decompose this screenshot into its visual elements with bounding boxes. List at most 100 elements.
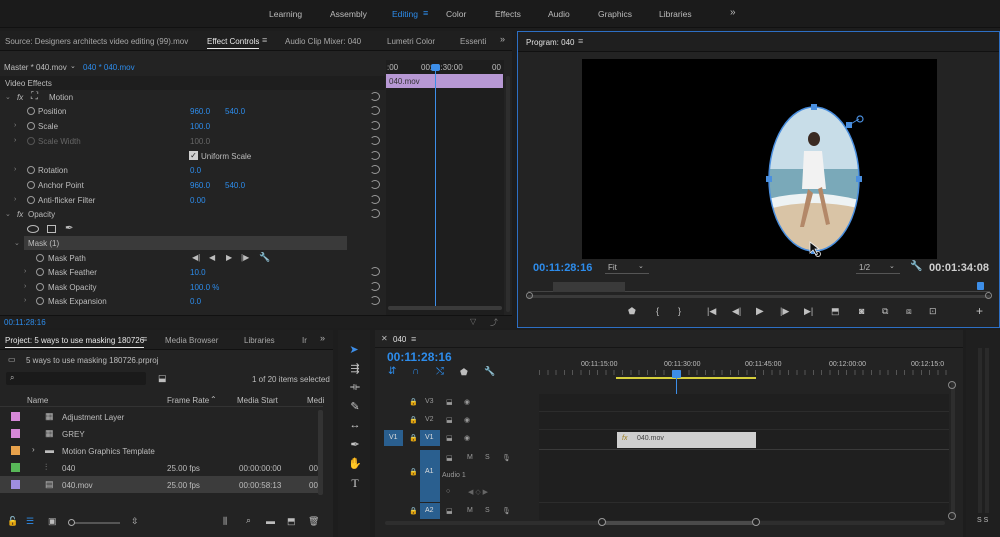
sort-icon[interactable]: ⇳ bbox=[131, 516, 139, 527]
workspace-assembly[interactable]: Assembly bbox=[330, 9, 367, 19]
zoom-slider-thumb[interactable] bbox=[68, 519, 75, 526]
sort-up-icon[interactable]: ⌃ bbox=[210, 395, 217, 404]
play-icon[interactable]: ▶ bbox=[756, 306, 764, 317]
eye-icon[interactable]: ◉ bbox=[464, 434, 470, 442]
transform-icon[interactable]: ⛶ bbox=[31, 91, 38, 102]
program-scrub-bar[interactable] bbox=[528, 282, 990, 292]
chevron-right-icon[interactable]: › bbox=[14, 122, 16, 129]
stopwatch-icon[interactable] bbox=[27, 166, 35, 174]
label-color-swatch[interactable] bbox=[11, 429, 20, 438]
anchor-y[interactable]: 540.0 bbox=[225, 181, 245, 190]
flicker-value[interactable]: 0.00 bbox=[190, 196, 206, 205]
zoom-slider[interactable] bbox=[68, 519, 120, 526]
stopwatch-icon[interactable] bbox=[27, 107, 35, 115]
mask-feather-row[interactable]: › Mask Feather 10.0 bbox=[0, 265, 385, 279]
mask-handle[interactable] bbox=[766, 176, 772, 182]
timeline-ruler[interactable]: 00:11:15:00 00:11:30:00 00:11:45:00 00:1… bbox=[539, 358, 949, 380]
tab-libraries[interactable]: Libraries bbox=[244, 336, 275, 345]
reset-icon[interactable] bbox=[370, 282, 380, 291]
chevron-down-icon[interactable]: ⌄ bbox=[70, 62, 76, 70]
stopwatch-icon[interactable] bbox=[27, 122, 35, 130]
list-view-icon[interactable]: ☰ bbox=[26, 516, 34, 527]
add-button-icon[interactable]: + bbox=[976, 304, 983, 318]
res-dropdown[interactable]: 1/2 ⌄ bbox=[856, 262, 900, 274]
step-back-icon[interactable]: ◀| bbox=[732, 306, 741, 317]
mask-expansion-row[interactable]: › Mask Expansion 0.0 bbox=[0, 294, 385, 308]
menu-icon[interactable]: ≡ bbox=[262, 35, 267, 45]
reset-icon[interactable] bbox=[370, 151, 380, 160]
vr-icon[interactable]: ⧈ bbox=[906, 306, 912, 317]
position-y[interactable]: 540.0 bbox=[225, 107, 245, 116]
mask-opacity-value[interactable]: 100.0 % bbox=[190, 283, 219, 292]
uniform-scale-row[interactable]: ✓ Uniform Scale bbox=[0, 149, 385, 163]
track-back-icon[interactable]: ◀ bbox=[209, 253, 215, 262]
project-row[interactable]: › ▬ Motion Graphics Template bbox=[0, 442, 323, 459]
stopwatch-icon[interactable] bbox=[36, 283, 44, 291]
stopwatch-icon[interactable] bbox=[36, 297, 44, 305]
menu-icon[interactable]: ≡ bbox=[142, 334, 147, 344]
hscroll-thumb[interactable] bbox=[602, 521, 756, 525]
compare-icon[interactable]: ⧉ bbox=[882, 306, 888, 317]
ec-clip-bar[interactable]: 040.mov bbox=[386, 74, 503, 88]
chevron-down-icon[interactable]: ⌄ bbox=[5, 210, 11, 218]
mute-button[interactable]: M bbox=[467, 454, 473, 461]
chevron-right-icon[interactable]: › bbox=[14, 196, 16, 203]
ellipse-mask-icon[interactable] bbox=[27, 225, 39, 233]
new-bin-icon[interactable]: ▬ bbox=[266, 516, 275, 526]
lock-icon[interactable]: 🔒 bbox=[409, 416, 418, 424]
tab-lumetri-color[interactable]: Lumetri Color bbox=[387, 37, 435, 46]
chevron-down-icon[interactable]: ⌄ bbox=[14, 239, 20, 247]
sync-icon[interactable]: ⬓ bbox=[446, 434, 453, 442]
stopwatch-icon[interactable] bbox=[36, 268, 44, 276]
razor-icon[interactable]: ✎ bbox=[348, 400, 362, 414]
filter-icon[interactable]: ▽ bbox=[470, 317, 476, 326]
fit-dropdown[interactable]: Fit ⌄ bbox=[605, 262, 649, 274]
mute-button[interactable]: M bbox=[467, 507, 473, 514]
snap-icon[interactable]: ∩ bbox=[412, 366, 419, 377]
track-forward-icon[interactable]: ▶ bbox=[226, 253, 232, 262]
reset-icon[interactable] bbox=[370, 136, 380, 145]
icon-view-icon[interactable]: ▣ bbox=[48, 516, 57, 527]
chevron-right-icon[interactable]: › bbox=[24, 297, 26, 304]
scale-row[interactable]: › Scale 100.0 bbox=[0, 119, 385, 133]
rotate-handle[interactable] bbox=[856, 115, 864, 123]
rotation-row[interactable]: › Rotation 0.0 bbox=[0, 163, 385, 177]
ec-timeline[interactable]: :00 00:11:30:00 00 040.mov bbox=[386, 60, 504, 315]
mask-expansion-value[interactable]: 0.0 bbox=[190, 297, 201, 306]
timeline-hscroll[interactable] bbox=[385, 521, 945, 525]
type-tool-icon[interactable]: T bbox=[348, 476, 362, 490]
timeline-clip[interactable]: fx 040.mov bbox=[617, 432, 756, 448]
solo-button[interactable]: S bbox=[485, 454, 490, 461]
track-area[interactable]: fx 040.mov bbox=[539, 394, 949, 520]
ec-vscroll[interactable] bbox=[506, 76, 510, 312]
sync-icon[interactable]: ⬓ bbox=[446, 454, 453, 462]
reset-icon[interactable] bbox=[370, 92, 380, 101]
ec-timecode[interactable]: 00:11:28:16 bbox=[4, 318, 46, 327]
col-name[interactable]: Name bbox=[27, 396, 48, 405]
chevron-right-icon[interactable]: › bbox=[24, 268, 26, 275]
project-row[interactable]: ⫶ 040 25.00 fps 00:00:00:00 00 bbox=[0, 459, 323, 476]
col-media-start[interactable]: Media Start bbox=[237, 396, 278, 405]
mic-icon[interactable]: 🎙 bbox=[502, 454, 511, 462]
ripple-edit-icon[interactable]: ⟛ bbox=[348, 381, 362, 395]
step-forward-icon[interactable]: |▶ bbox=[780, 306, 789, 317]
track-v3[interactable]: 🔒 V3 ⬓ ◉ bbox=[375, 394, 539, 411]
reset-icon[interactable] bbox=[370, 180, 380, 189]
menu-icon[interactable]: ≡ bbox=[578, 36, 583, 46]
track-forward-all-icon[interactable]: |▶ bbox=[241, 253, 249, 262]
meter-solo-label[interactable]: S S bbox=[977, 517, 988, 524]
stopwatch-icon[interactable] bbox=[36, 254, 44, 262]
ec-scrollbar[interactable] bbox=[388, 306, 502, 310]
linked-icon[interactable]: ⤭ bbox=[436, 366, 444, 377]
workspace-color[interactable]: Color bbox=[446, 9, 466, 19]
tab-project[interactable]: Project: 5 ways to use masking 180726 bbox=[5, 336, 145, 348]
export-icon[interactable]: ⤴ bbox=[490, 317, 498, 328]
menu-icon[interactable]: ≡ bbox=[423, 8, 428, 18]
label-color-swatch[interactable] bbox=[11, 480, 20, 489]
zoom-bar[interactable] bbox=[528, 295, 990, 298]
wrench-icon[interactable]: 🔧 bbox=[910, 261, 922, 272]
lock-icon[interactable]: 🔒 bbox=[409, 434, 418, 442]
reset-icon[interactable] bbox=[370, 209, 380, 218]
mask-path-row[interactable]: Mask Path ◀| ◀ ▶ |▶ 🔧 bbox=[0, 251, 385, 265]
zoom-handle-right[interactable] bbox=[985, 292, 992, 299]
